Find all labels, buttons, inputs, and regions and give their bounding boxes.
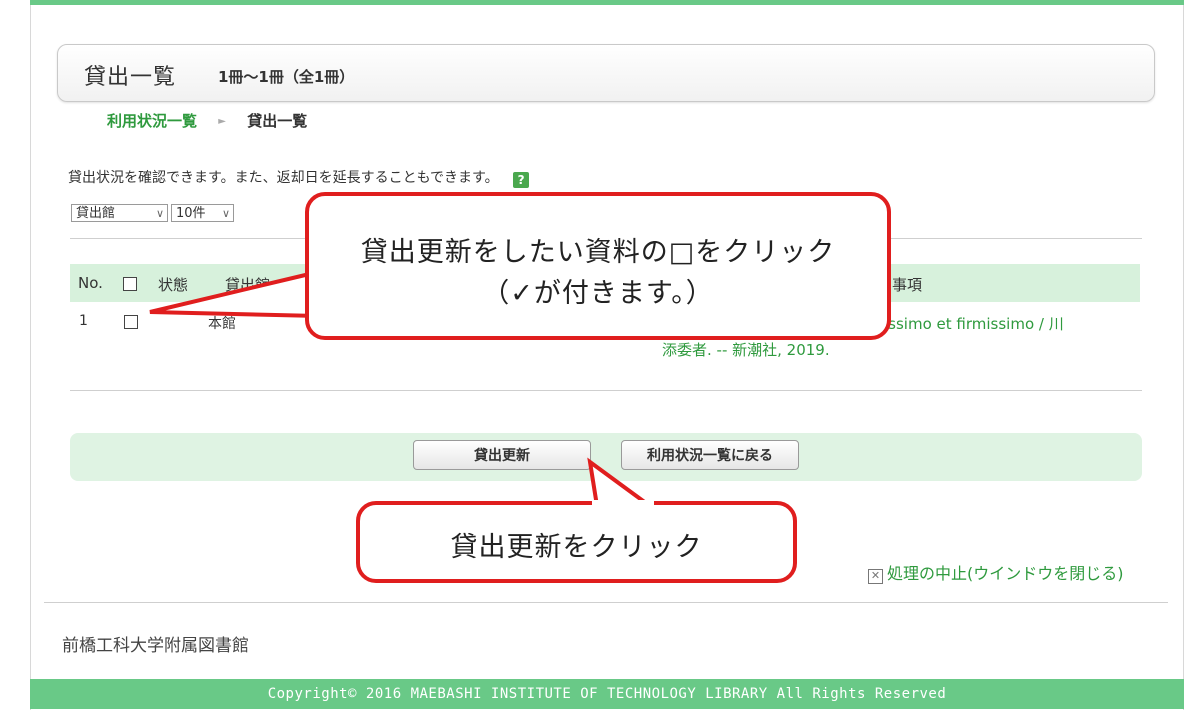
callout-pointers <box>149 269 657 508</box>
callout-checkbox-line2: （✓が付きます。） <box>482 278 714 309</box>
renew-callout-seam <box>592 500 654 510</box>
checkbox-callout-seam <box>309 268 323 320</box>
renew-instruction-callout: 貸出更新をクリック <box>356 501 797 583</box>
callout-checkbox-line1: 貸出更新をしたい資料の□をクリック <box>360 237 836 268</box>
callout-renew-text: 貸出更新をクリック <box>450 532 703 563</box>
checkbox-instruction-callout: 貸出更新をしたい資料の□をクリック （✓が付きます。） <box>305 192 891 340</box>
checkbox-callout-pointer <box>149 269 320 319</box>
